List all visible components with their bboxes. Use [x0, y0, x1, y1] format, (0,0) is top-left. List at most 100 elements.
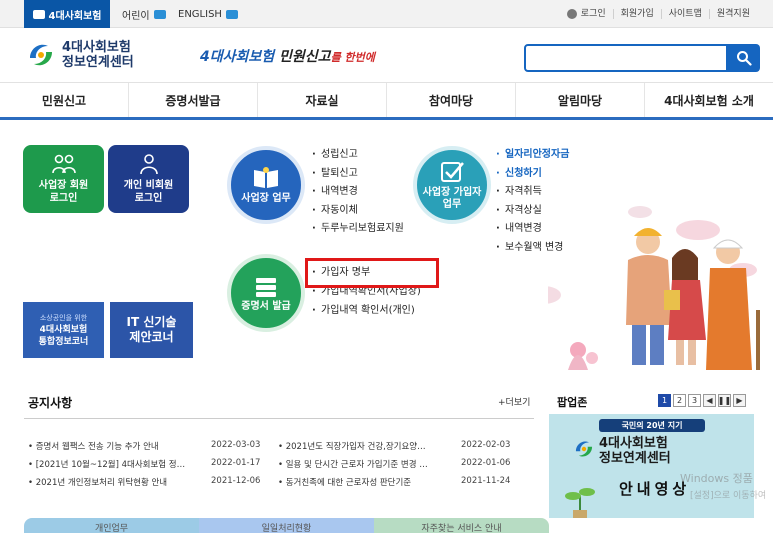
group-users-icon — [51, 154, 76, 174]
notice-item[interactable]: 증명서 웹팩스 전송 기능 추가 안내 2022-03-03 — [28, 440, 278, 452]
menu-qualification-acquire[interactable]: 자격취득 — [495, 183, 569, 202]
prev-arrow-icon[interactable]: ◀ — [703, 394, 716, 407]
site-logo[interactable]: 4대사회보험 정보연계센터 — [26, 40, 134, 70]
lock-icon — [566, 9, 577, 19]
slogan-mid: 민원신고 — [279, 49, 331, 65]
bottom-quick-links: 개인업무 일일처리현황 자주찾는 서비스 안내 — [24, 518, 549, 533]
menu-change-details[interactable]: 내역변경 — [311, 183, 404, 202]
pause-icon[interactable]: ❚❚ — [718, 394, 731, 407]
member-work-circle[interactable]: 사업장 가입자 업무 — [413, 146, 491, 224]
user-icon — [139, 154, 158, 175]
notice-section-title: 공지사항 — [28, 396, 73, 410]
business-work-circle[interactable]: 사업장 업무 — [227, 146, 305, 224]
top-bar: 4대사회보험 어린이 ENGLISH 로그인 회원가입 사이트맵 원격지원 — [0, 0, 773, 28]
notice-date: 2022-01-17 — [211, 458, 261, 468]
nav-certificates[interactable]: 증명서발급 — [129, 83, 258, 117]
certificate-issue-label: 증명서 발급 — [241, 300, 291, 312]
external-link-icon — [225, 9, 238, 19]
tab-english[interactable]: ENGLISH — [178, 0, 238, 28]
quick-faq-service[interactable]: 자주찾는 서비스 안내 — [374, 518, 549, 533]
smb-info-corner-banner[interactable]: 소상공인을 위한 4대사회보험 통합정보코너 — [23, 302, 104, 358]
popup-org-line2: 정보연계센터 — [599, 451, 671, 466]
notice-date: 2022-03-03 — [211, 440, 261, 450]
quick-daily-status[interactable]: 일일처리현황 — [199, 518, 374, 533]
workplace-login-line1: 사업장 회원 — [38, 180, 89, 191]
book-icon — [254, 166, 278, 188]
highlight-box — [305, 258, 439, 288]
notice-row: [2021년 10월~12월] 4대사회보험 정… 2022-01-17 일용 … — [28, 455, 533, 473]
search-icon — [737, 51, 752, 66]
personal-login-line2: 로그인 — [134, 193, 163, 204]
sitemap-link[interactable]: 사이트맵 — [660, 9, 709, 19]
notice-item[interactable]: 일용 및 단시간 근로자 가입기준 변경 … 2022-01-06 — [278, 458, 528, 470]
personal-login-line1: 개인 비회원 — [123, 180, 174, 191]
notice-date: 2021-12-06 — [211, 476, 261, 486]
menu-auto-transfer[interactable]: 자동이체 — [311, 202, 404, 221]
workers-illustration — [548, 206, 760, 370]
smb-small-text: 소상공인을 위한 — [39, 314, 88, 322]
workplace-login-button[interactable]: 사업장 회원 로그인 — [23, 145, 104, 213]
notice-date: 2022-01-06 — [461, 458, 511, 468]
nav-about[interactable]: 4대사회보험 소개 — [645, 83, 773, 117]
certificate-issue-circle[interactable]: 증명서 발급 — [227, 254, 305, 332]
popup-banner[interactable]: 국민의 20년 지기 4대사회보험 정보연계센터 안내영상 — [549, 414, 754, 518]
quick-personal-work[interactable]: 개인업무 — [24, 518, 199, 533]
next-arrow-icon[interactable]: ▶ — [733, 394, 746, 407]
smb-line1: 4대사회보험 — [39, 325, 88, 335]
it-line1: IT 신기술 — [126, 315, 177, 329]
home-icon — [32, 9, 45, 19]
notice-item[interactable]: 2021년 개인정보처리 위탁현황 안내 2021-12-06 — [28, 476, 278, 488]
notice-title: [2021년 10월~12월] 4대사회보험 정… — [28, 458, 211, 470]
windows-activation-watermark-sub: [설정]으로 이동하여 — [690, 491, 767, 501]
tab-4insurance[interactable]: 4대사회보험 — [24, 0, 110, 28]
menu-job-stability-fund[interactable]: 일자리안정자금 — [495, 146, 569, 165]
notice-title: 일용 및 단시간 근로자 가입기준 변경 … — [278, 458, 461, 470]
nav-resources[interactable]: 자료실 — [258, 83, 387, 117]
notice-more-link[interactable]: +더보기 — [498, 395, 530, 408]
notice-item[interactable]: 2021년도 직장가입자 건강,장기요양… 2022-02-03 — [278, 440, 528, 452]
popup-page-1[interactable]: 1 — [658, 394, 671, 407]
notice-divider — [24, 418, 534, 419]
document-stack-icon — [256, 277, 276, 297]
slogan-main: 4대사회보험 — [200, 49, 275, 65]
main-nav: 민원신고 증명서발급 자료실 참여마당 알림마당 4대사회보험 소개 — [0, 82, 773, 120]
smb-line2: 통합정보코너 — [38, 337, 89, 347]
personal-login-button[interactable]: 개인 비회원 로그인 — [108, 145, 189, 213]
popup-page-2[interactable]: 2 — [673, 394, 686, 407]
menu-withdrawal-report[interactable]: 탈퇴신고 — [311, 165, 404, 184]
notice-title: 2021년 개인정보처리 위탁현황 안내 — [28, 476, 211, 488]
notice-date: 2021-11-24 — [461, 476, 511, 486]
search-input[interactable] — [524, 44, 728, 72]
notice-title: 동거친족에 대한 근로자성 판단기준 — [278, 476, 461, 488]
signup-link[interactable]: 회원가입 — [612, 9, 661, 19]
member-work-line2: 업무 — [442, 198, 462, 210]
logo-line2: 정보연계센터 — [62, 55, 134, 70]
tab-4insurance-label: 4대사회보험 — [48, 10, 102, 22]
popup-org-line1: 4대사회보험 — [599, 436, 668, 451]
popup-page-3[interactable]: 3 — [688, 394, 701, 407]
tab-kids[interactable]: 어린이 — [122, 0, 166, 28]
notice-item[interactable]: [2021년 10월~12월] 4대사회보험 정… 2022-01-17 — [28, 458, 278, 470]
notice-row: 증명서 웹팩스 전송 기능 추가 안내 2022-03-03 2021년도 직장… — [28, 437, 533, 455]
external-link-icon — [153, 9, 166, 19]
menu-durunuri-support[interactable]: 두루누리보험료지원 — [311, 220, 404, 239]
nav-news[interactable]: 알림마당 — [516, 83, 645, 117]
it-line2: 제안코너 — [129, 330, 174, 344]
popup-head: 국민의 20년 지기 — [599, 419, 705, 432]
notice-item[interactable]: 동거친족에 대한 근로자성 판단기준 2021-11-24 — [278, 476, 528, 488]
header-slogan: 4대사회보험 민원신고를 한번에 — [200, 46, 375, 66]
nav-participation[interactable]: 참여마당 — [387, 83, 516, 117]
notice-title: 2021년도 직장가입자 건강,장기요양… — [278, 440, 461, 452]
menu-apply[interactable]: 신청하기 — [495, 165, 569, 184]
menu-enrollment-cert-personal[interactable]: 가입내역 확인서(개인) — [311, 302, 421, 321]
it-proposal-corner-banner[interactable]: IT 신기술 제안코너 — [110, 302, 193, 358]
member-work-line1: 사업장 가입자 — [422, 186, 482, 198]
nav-complaints[interactable]: 민원신고 — [0, 83, 129, 117]
notice-list: 증명서 웹팩스 전송 기능 추가 안내 2022-03-03 2021년도 직장… — [28, 437, 533, 491]
menu-establishment-report[interactable]: 성립신고 — [311, 146, 404, 165]
search-button[interactable] — [728, 44, 760, 72]
business-menu-list: 성립신고 탈퇴신고 내역변경 자동이체 두루누리보험료지원 — [311, 146, 404, 239]
remote-support-link[interactable]: 원격지원 — [708, 9, 757, 19]
login-link[interactable]: 로그인 — [560, 9, 613, 19]
notice-title: 증명서 웹팩스 전송 기능 추가 안내 — [28, 440, 211, 452]
